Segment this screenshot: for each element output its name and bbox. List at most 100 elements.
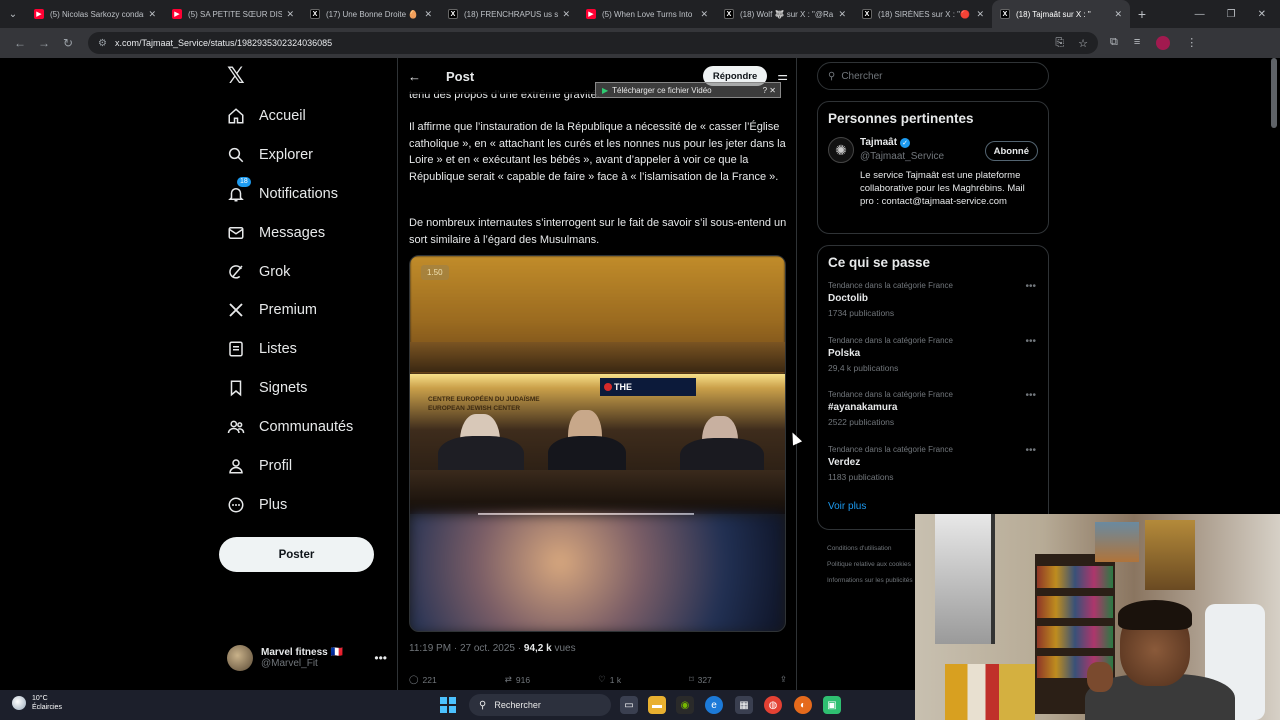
more-dots-icon[interactable]: ••• <box>1025 445 1036 456</box>
bookmark-star-icon[interactable]: ☆ <box>1078 37 1088 50</box>
footer-link[interactable]: Conditions d'utilisation <box>827 545 891 552</box>
settings-sliders-icon[interactable]: ⚌ <box>777 69 788 83</box>
person-handle: @Tajmaat_Service <box>860 151 945 162</box>
account-switcher[interactable]: Marvel fitness 🇫🇷 @Marvel_Fit ••• <box>227 643 387 673</box>
more-dots-icon[interactable]: ••• <box>1025 390 1036 401</box>
close-icon[interactable]: ? ✕ <box>763 86 780 95</box>
sidebar-item-grok[interactable]: Grok <box>227 260 290 284</box>
extensions-icon[interactable]: ⧉ <box>1110 36 1118 50</box>
close-tab-icon[interactable]: ✕ <box>562 9 570 20</box>
see-more-link[interactable]: Voir plus <box>828 501 1038 512</box>
more-dots-icon[interactable]: ••• <box>1025 281 1036 292</box>
close-window-icon[interactable]: ✕ <box>1258 9 1266 20</box>
share-action[interactable]: ⇪ <box>780 674 787 685</box>
x-logo-icon <box>227 301 245 319</box>
url-field[interactable]: ⚙ x.com/Tajmaat_Service/status/198293530… <box>88 32 1098 54</box>
close-tab-icon[interactable]: ✕ <box>148 9 156 20</box>
browser-tab[interactable]: ▶(5) Nicolas Sarkozy condamné✕ <box>26 0 164 28</box>
weather-widget[interactable]: 10°C Éclaircies <box>12 694 62 712</box>
sidebar-item-more[interactable]: Plus <box>227 493 287 517</box>
browser-menu-icon[interactable]: ⋮ <box>1186 36 1197 50</box>
post-button[interactable]: Poster <box>219 537 374 572</box>
download-video-overlay[interactable]: ▶ Télécharger ce fichier Vidéo ? ✕ <box>595 82 781 98</box>
sidebar-item-explore[interactable]: Explorer <box>227 143 313 167</box>
trend-item[interactable]: Tendance dans la catégorie France #ayana… <box>828 388 1038 443</box>
task-view-icon[interactable]: ▭ <box>620 696 638 714</box>
repost-action[interactable]: ⇄ 916 <box>505 674 530 685</box>
browser-tab[interactable]: X (17) Une Bonne Droite 🥚 ✕ <box>302 0 440 28</box>
sidebar-item-home[interactable]: Accueil <box>227 104 306 128</box>
edge-icon[interactable]: e <box>705 696 723 714</box>
windows-start-icon[interactable] <box>440 697 456 713</box>
firefox-icon[interactable]: ◐ <box>794 696 812 714</box>
trend-item[interactable]: Tendance dans la catégorie France Verdez… <box>828 443 1038 498</box>
browser-tab-active[interactable]: X (18) Tajmaât sur X : " ✕ <box>992 0 1130 28</box>
bell-icon: 18 <box>227 177 251 203</box>
close-tab-icon[interactable]: ✕ <box>976 9 984 20</box>
more-dots-icon[interactable]: ••• <box>1025 336 1036 347</box>
following-button[interactable]: Abonné <box>984 141 1038 161</box>
tweet-text-paragraph: De nombreux internautes s’interrogent su… <box>409 217 787 246</box>
x-logo-icon[interactable]: 𝕏 <box>227 65 247 87</box>
post-timestamp[interactable]: 11:19 PM · 27 oct. 2025 · <box>409 643 524 654</box>
file-explorer-icon[interactable]: ▬ <box>648 696 666 714</box>
sidebar-item-profile[interactable]: Profil <box>227 454 292 478</box>
close-tab-icon[interactable]: ✕ <box>838 9 846 20</box>
reply-action[interactable]: ◯ 221 <box>409 674 437 685</box>
close-tab-icon[interactable]: ✕ <box>1114 9 1122 20</box>
like-action[interactable]: ♡ 1 k <box>598 674 621 685</box>
minimize-icon[interactable]: — <box>1195 9 1205 20</box>
video-frame-scene: CENTRE EUROPÉEN DU JUDAÏSME EUROPEAN JEW… <box>410 374 785 514</box>
footer-link[interactable]: Politique relative aux cookies <box>827 561 911 568</box>
browser-tab[interactable]: X (18) SIRÈNES sur X : "🔴 ✕ <box>854 0 992 28</box>
nvidia-icon[interactable]: ◉ <box>676 696 694 714</box>
tab-search-chevron-icon[interactable]: ⌄ <box>0 0 26 28</box>
close-tab-icon[interactable]: ✕ <box>286 9 294 20</box>
site-info-icon[interactable]: ⚙ <box>98 38 107 49</box>
browser-tab[interactable]: X(18) FRENCHRAPUS us sur X✕ <box>440 0 578 28</box>
new-tab-icon[interactable]: + <box>1130 6 1154 22</box>
sidebar-item-premium[interactable]: Premium <box>227 298 317 322</box>
sidebar-item-label: Listes <box>259 341 297 357</box>
more-circle-icon <box>227 496 245 514</box>
profile-avatar-icon[interactable] <box>1156 36 1171 50</box>
chrome-icon[interactable]: ◍ <box>764 696 782 714</box>
sidebar-item-communities[interactable]: Communautés <box>227 415 353 439</box>
play-icon: ▶ <box>602 85 609 95</box>
back-icon[interactable]: ← <box>8 36 32 50</box>
browser-tab[interactable]: ▶ (5) When Love Turns Into ✕ <box>578 0 716 28</box>
person-row[interactable]: ✺ Tajmaât ✓ @Tajmaat_Service Abonné Le se… <box>828 135 1038 215</box>
sidebar-item-bookmarks[interactable]: Signets <box>227 376 307 400</box>
footer-link[interactable]: Informations sur les publicités <box>827 577 913 584</box>
share-icon: ⇪ <box>779 674 787 684</box>
tweet-video[interactable]: CENTRE EUROPÉEN DU JUDAÏSME EUROPEAN JEW… <box>409 255 786 632</box>
browser-tab[interactable]: X (18) Wolf 🐺 sur X : "@Ra ✕ <box>716 0 854 28</box>
playback-speed-badge[interactable]: 1.50 <box>421 265 449 280</box>
bookmark-action[interactable]: ⌑ 327 <box>689 674 712 685</box>
account-handle: @Marvel_Fit <box>261 658 318 669</box>
back-arrow-icon[interactable]: ← <box>408 69 434 84</box>
video-table <box>410 470 785 514</box>
sidebar-item-notifications[interactable]: 18 Notifications <box>227 177 338 206</box>
sidebar-item-lists[interactable]: Listes <box>227 337 297 361</box>
close-tab-icon[interactable]: ✕ <box>424 9 432 20</box>
page-scrollbar[interactable] <box>1271 58 1277 128</box>
maximize-icon[interactable]: ❐ <box>1227 9 1236 20</box>
close-tab-icon[interactable]: ✕ <box>700 9 708 20</box>
browser-tab[interactable]: ▶(5) SA PETITE SŒUR DISPARAÎT✕ <box>164 0 302 28</box>
media-control-icon[interactable]: ≡ <box>1134 36 1140 50</box>
taskbar-search[interactable]: ⚲ Rechercher <box>469 694 611 716</box>
reload-icon[interactable]: ↻ <box>56 36 80 50</box>
forward-icon[interactable]: → <box>32 36 56 50</box>
store-icon[interactable]: ▦ <box>735 696 753 714</box>
trend-item[interactable]: Tendance dans la catégorie France Polska… <box>828 334 1038 389</box>
app-icon[interactable]: ▣ <box>823 696 841 714</box>
trend-item[interactable]: Tendance dans la catégorie France Doctol… <box>828 279 1038 334</box>
more-dots-icon[interactable]: ••• <box>374 651 387 665</box>
sidebar-item-messages[interactable]: Messages <box>227 221 325 245</box>
search-input[interactable]: ⚲ Chercher <box>817 62 1049 90</box>
avatar <box>227 645 253 671</box>
install-app-icon[interactable]: ⎘ <box>1055 37 1064 50</box>
youtube-icon: ▶ <box>172 9 182 19</box>
relevant-people-card: Personnes pertinentes ✺ Tajmaât ✓ @Tajmaa… <box>817 101 1049 234</box>
